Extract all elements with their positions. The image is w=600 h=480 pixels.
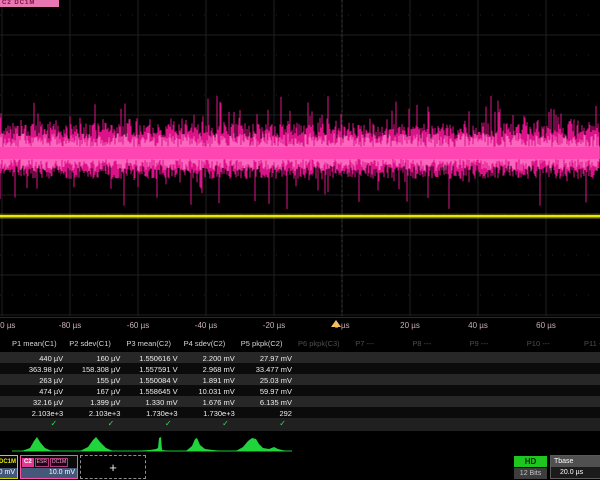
axis-tick-label: -20 µs xyxy=(263,321,285,330)
param-num: 1.730e+3 xyxy=(182,409,235,418)
param-num: 2.103e+3 xyxy=(67,409,120,418)
axis-tick-label: -40 µs xyxy=(195,321,217,330)
param-num: 1.730e+3 xyxy=(124,409,177,418)
time-axis: -100 µs -80 µs -60 µs -40 µs -20 µs 0 µs 20 µs… xyxy=(0,317,600,337)
add-trace-slot[interactable]: + xyxy=(80,455,146,479)
param-min: 155 µV xyxy=(67,376,120,385)
param-max: 474 µV xyxy=(10,387,63,396)
param-value: 160 µV xyxy=(67,354,120,363)
param-status-check: ✓ xyxy=(124,419,171,428)
timebase-value: 20.0 µs xyxy=(551,467,600,478)
c1-volts-per-div: 10.0 mV xyxy=(0,468,17,478)
param-sdev: 1.330 mV xyxy=(124,398,177,407)
axis-tick-label: 0 µs xyxy=(334,321,349,330)
c2-esr-badge: ESR xyxy=(35,458,49,467)
histicon-shape xyxy=(22,437,52,451)
channel-c1-descriptor[interactable]: DC1M 10.0 mV xyxy=(0,455,18,479)
param-max: 167 µV xyxy=(67,387,120,396)
histicon-shape xyxy=(138,437,168,451)
param-header[interactable]: P6 pkpk(C3) xyxy=(298,339,340,348)
timebase-descriptor[interactable]: Tbase 20.0 µs xyxy=(550,455,600,479)
oscilloscope-screen: C2 DC1M -100 µs -80 µs -60 µs -40 µs -20 µs 0… xyxy=(0,0,600,480)
param-status-check: ✓ xyxy=(182,419,229,428)
histicon-canvas xyxy=(0,431,600,455)
param-sdev: 1.676 mV xyxy=(182,398,235,407)
axis-tick-label: 20 µs xyxy=(400,321,420,330)
c1-coupling-badge: DC1M xyxy=(0,459,16,465)
waveform-grid[interactable]: C2 DC1M xyxy=(0,0,600,317)
axis-tick-label: 40 µs xyxy=(468,321,488,330)
histicon-shape xyxy=(186,438,221,451)
c2-volts-per-div: 10.0 mV xyxy=(21,468,77,478)
param-sdev: 6.135 mV xyxy=(239,398,292,407)
histicon-shape xyxy=(80,437,113,451)
axis-tick-label: -80 µs xyxy=(59,321,81,330)
param-header[interactable]: P5 pkpk(C2) xyxy=(241,339,283,348)
param-max: 59.97 mV xyxy=(239,387,292,396)
param-header[interactable]: P7 --- xyxy=(355,339,374,348)
param-mean: 158.308 µV xyxy=(67,365,120,374)
param-mean: 1.557591 V xyxy=(124,365,177,374)
param-header[interactable]: P4 sdev(C2) xyxy=(184,339,226,348)
c2-coupling-badge: DC1M xyxy=(50,458,68,467)
param-min: 25.03 mV xyxy=(239,376,292,385)
param-sdev: 1.399 µV xyxy=(67,398,120,407)
param-header[interactable]: P8 --- xyxy=(412,339,431,348)
param-mean: 33.477 mV xyxy=(239,365,292,374)
param-min: 263 µV xyxy=(10,376,63,385)
c2-channel-badge: C2 xyxy=(22,458,34,467)
measurement-table: P1 mean(C1) 440 µV 363.98 µV 263 µV 474 µV 32… xyxy=(0,336,600,431)
param-status-check: ✓ xyxy=(239,419,286,428)
param-num: 2.103e+3 xyxy=(10,409,63,418)
param-min: 1.891 mV xyxy=(182,376,235,385)
param-status-check: ✓ xyxy=(10,419,57,428)
param-status-check: ✓ xyxy=(67,419,114,428)
param-max: 1.558645 V xyxy=(124,387,177,396)
waveform-canvas xyxy=(0,0,600,317)
param-header[interactable]: P10 --- xyxy=(527,339,550,348)
bit-depth-label: 12 Bits xyxy=(514,468,547,479)
param-header[interactable]: P2 sdev(C1) xyxy=(69,339,111,348)
plus-icon: + xyxy=(109,460,117,475)
param-value: 1.550616 V xyxy=(124,354,177,363)
axis-tick-label: -100 µs xyxy=(0,321,15,330)
channel-c2-descriptor[interactable]: C2 ESR DC1M 10.0 mV xyxy=(20,455,78,479)
param-mean: 2.968 mV xyxy=(182,365,235,374)
param-num: 292 xyxy=(239,409,292,418)
param-sdev: 32.16 µV xyxy=(10,398,63,407)
axis-tick-label: -60 µs xyxy=(127,321,149,330)
param-header[interactable]: P9 --- xyxy=(470,339,489,348)
param-min: 1.550084 V xyxy=(124,376,177,385)
param-max: 10.031 mV xyxy=(182,387,235,396)
param-value: 27.97 mV xyxy=(239,354,292,363)
descriptor-bar: DC1M 10.0 mV C2 ESR DC1M 10.0 mV + HD 12… xyxy=(0,455,600,480)
param-mean: 363.98 µV xyxy=(10,365,63,374)
param-value: 2.200 mV xyxy=(182,354,235,363)
param-header[interactable]: P3 mean(C2) xyxy=(126,339,171,348)
histicon-row xyxy=(0,431,600,455)
active-trace-badge: C2 DC1M xyxy=(0,0,59,7)
timebase-title: Tbase xyxy=(551,456,600,467)
param-header[interactable]: P1 mean(C1) xyxy=(12,339,57,348)
param-header[interactable]: P11 --- xyxy=(584,339,600,348)
axis-tick-label: 60 µs xyxy=(536,321,556,330)
histicon-shape xyxy=(236,438,286,451)
hd-mode-badge[interactable]: HD xyxy=(514,456,547,467)
param-value: 440 µV xyxy=(10,354,63,363)
